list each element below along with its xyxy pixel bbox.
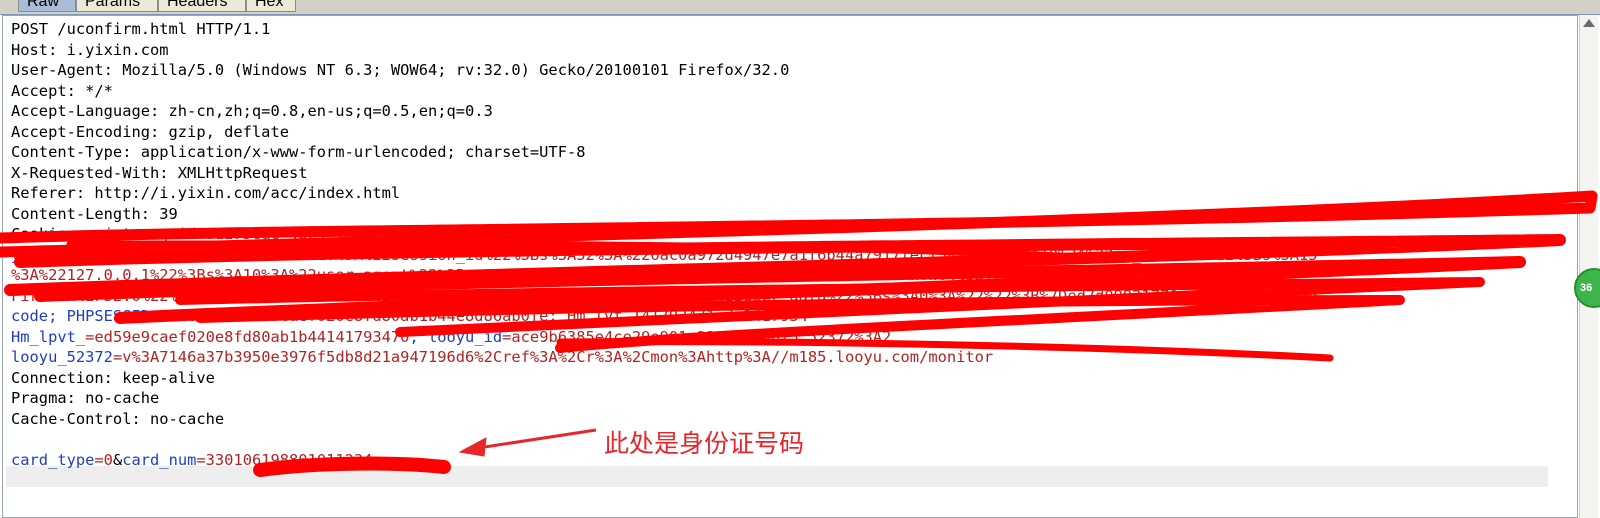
arrow-shaft [477,428,597,450]
scribble-stroke [556,338,1334,362]
scribble-stroke [253,456,451,477]
annotation-arrow [458,428,597,457]
annotation-label: 此处是身份证号码 [604,429,805,458]
arrow-head [458,437,487,457]
